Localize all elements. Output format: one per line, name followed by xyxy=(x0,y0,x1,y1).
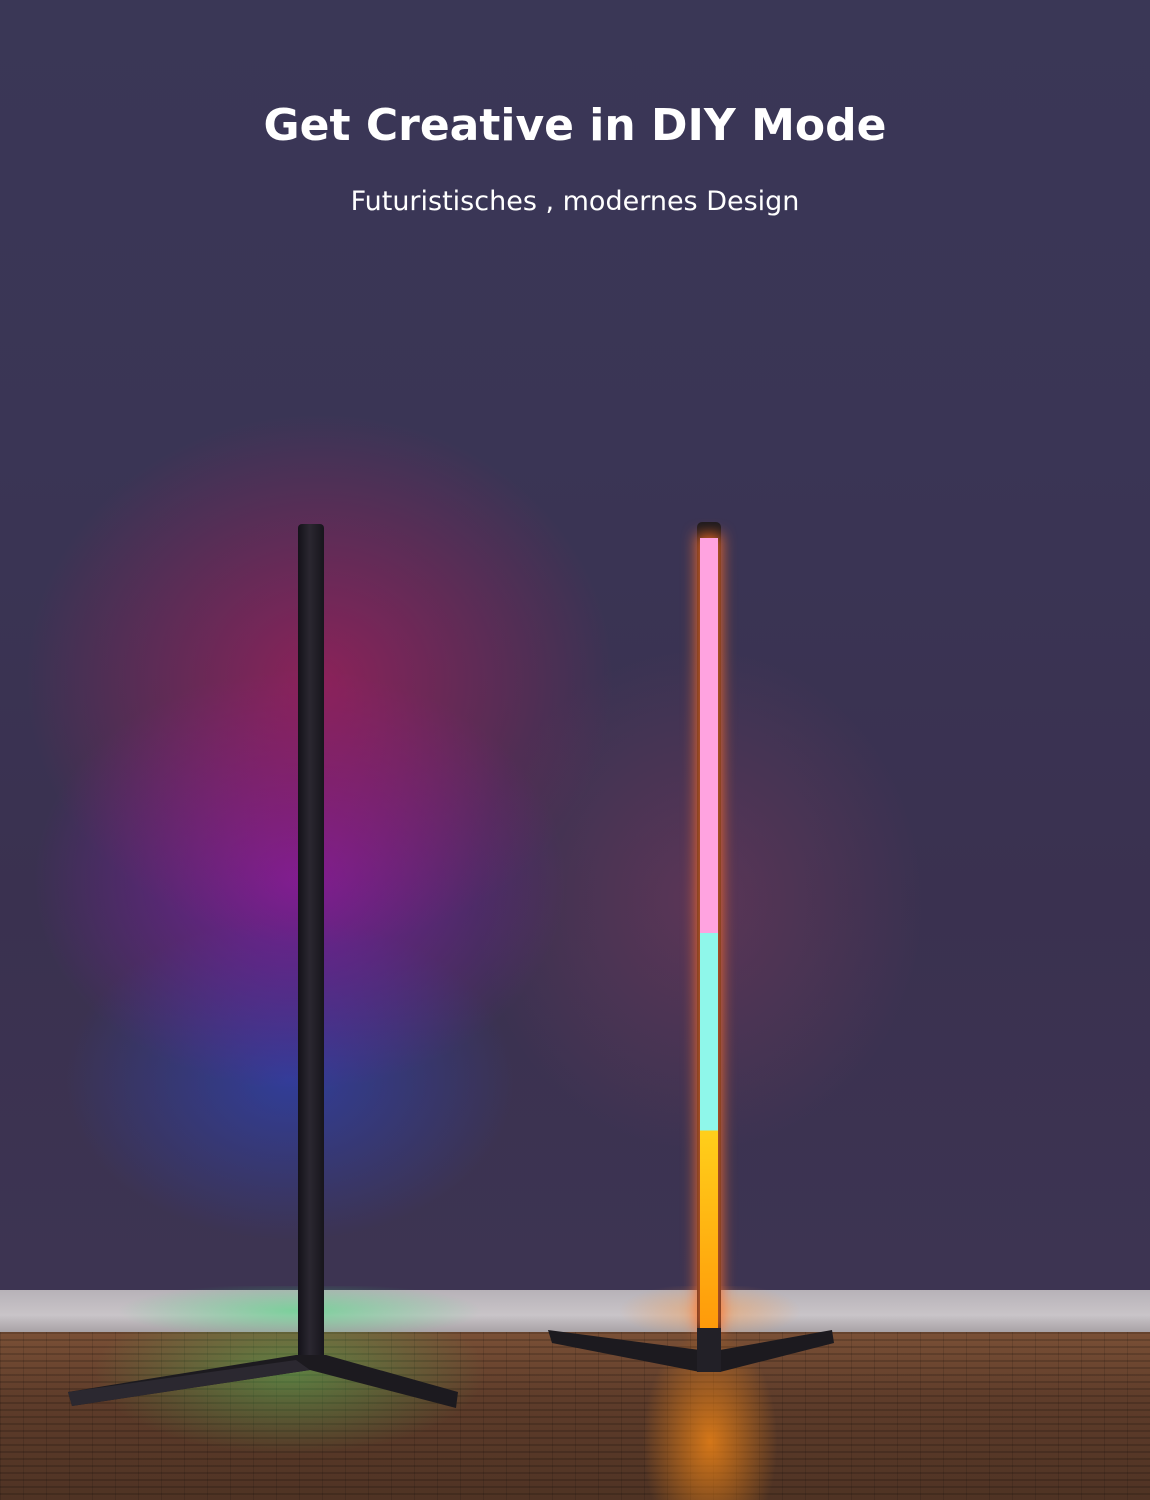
right-lamp-tripod-base xyxy=(548,1328,834,1372)
